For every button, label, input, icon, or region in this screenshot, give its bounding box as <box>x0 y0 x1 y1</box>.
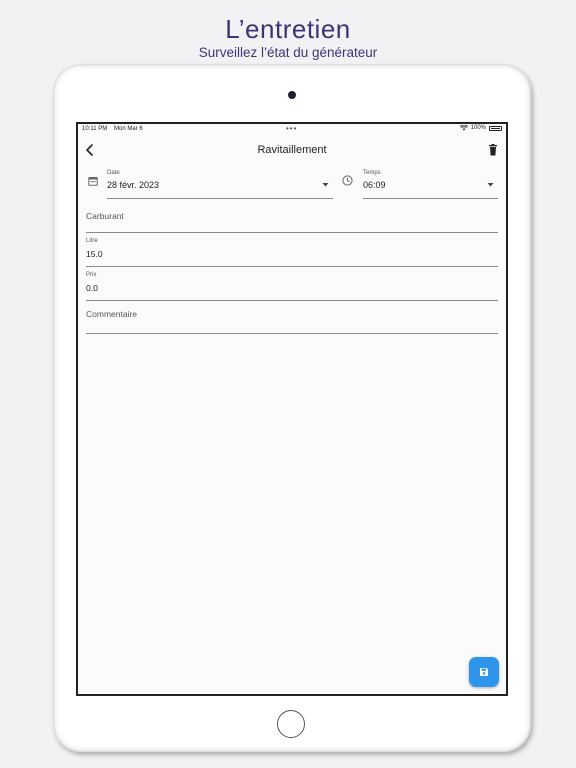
time-field[interactable]: Temps 06:09 <box>363 170 498 199</box>
date-field[interactable]: Date 28 févr. 2023 <box>107 170 333 199</box>
carburant-placeholder: Carburant <box>86 211 124 221</box>
prix-value: 0.0 <box>86 283 98 293</box>
prix-label: Prix <box>86 272 97 278</box>
prix-field[interactable]: Prix 0.0 <box>86 270 498 301</box>
calendar-icon <box>88 177 98 186</box>
clock-icon <box>342 175 353 186</box>
commentaire-placeholder: Commentaire <box>86 309 138 319</box>
litre-field[interactable]: Litre 15.0 <box>86 236 498 267</box>
carburant-field[interactable]: Carburant <box>86 206 498 233</box>
promo-subtitle: Surveillez l’état du générateur <box>198 45 378 60</box>
trash-icon[interactable] <box>488 144 498 156</box>
time-label: Temps <box>363 170 381 176</box>
camera-icon <box>288 91 296 99</box>
app-bar: Ravitaillement <box>78 136 506 164</box>
dropdown-arrow-icon <box>322 183 329 187</box>
save-icon <box>480 668 488 676</box>
page-title: Ravitaillement <box>257 144 327 156</box>
home-button[interactable] <box>277 710 305 738</box>
status-date: Mon Mar 6 <box>114 126 143 132</box>
battery-percent: 100% <box>470 125 486 131</box>
time-value: 06:09 <box>363 180 386 190</box>
dropdown-arrow-icon <box>487 183 494 187</box>
status-time: 10:11 PM <box>82 126 108 132</box>
litre-value: 15.0 <box>86 249 103 259</box>
litre-label: Litre <box>86 238 98 244</box>
wifi-icon <box>459 125 468 131</box>
commentaire-field[interactable]: Commentaire <box>86 304 498 334</box>
status-bar: 10:11 PM Mon Mar 6 ••• 100% <box>78 124 506 136</box>
battery-icon <box>489 125 502 131</box>
save-button[interactable] <box>469 657 499 687</box>
date-label: Date <box>107 170 120 176</box>
status-right: 100% <box>459 125 502 131</box>
multitasking-dots-icon[interactable]: ••• <box>286 124 297 133</box>
app-screen: 10:11 PM Mon Mar 6 ••• 100% Ravitailleme… <box>76 122 508 696</box>
date-value: 28 févr. 2023 <box>107 180 160 190</box>
promo-title: L’entretien <box>225 14 351 44</box>
